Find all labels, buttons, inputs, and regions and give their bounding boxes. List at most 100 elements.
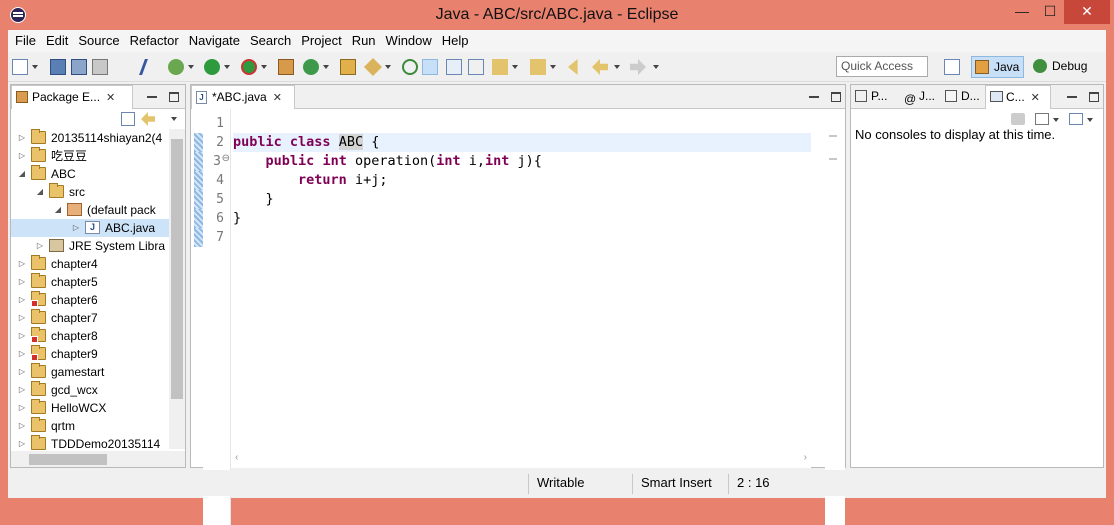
- collapsed-twisty-icon[interactable]: ▷: [17, 381, 27, 399]
- close-icon[interactable]: ✕: [273, 92, 282, 104]
- menu-project[interactable]: Project: [296, 30, 346, 52]
- tree-item[interactable]: ▷ HelloWCX: [11, 399, 169, 417]
- next-annotation-icon[interactable]: [492, 59, 508, 75]
- tree-item[interactable]: ▷ chapter8: [11, 327, 169, 345]
- menu-file[interactable]: File: [10, 30, 41, 52]
- tree-item[interactable]: ◢ (default pack: [11, 201, 169, 219]
- tree-item[interactable]: ▷ chapter4: [11, 255, 169, 273]
- tree-item[interactable]: ▷ chapter6: [11, 291, 169, 309]
- vertical-scrollbar-thumb[interactable]: [171, 139, 183, 399]
- collapsed-twisty-icon[interactable]: ▷: [17, 147, 27, 165]
- minimize-view-icon[interactable]: [1067, 92, 1077, 102]
- run-dropdown-arrow-icon[interactable]: [224, 65, 230, 69]
- collapsed-twisty-icon[interactable]: ▷: [17, 129, 27, 147]
- expanded-twisty-icon[interactable]: ◢: [35, 183, 45, 201]
- menu-navigate[interactable]: Navigate: [184, 30, 245, 52]
- tab-declaration[interactable]: D...: [941, 85, 983, 109]
- tree-item[interactable]: ◢ ABC: [11, 165, 169, 183]
- collapsed-twisty-icon[interactable]: ▷: [17, 327, 27, 345]
- close-icon[interactable]: ✕: [1031, 92, 1040, 104]
- open-console-icon[interactable]: [1069, 113, 1083, 125]
- display-console-dropdown-arrow-icon[interactable]: [1053, 118, 1059, 122]
- open-type-icon[interactable]: [340, 59, 356, 75]
- collapsed-twisty-icon[interactable]: ▷: [71, 219, 81, 237]
- menu-help[interactable]: Help: [437, 30, 474, 52]
- fold-collapse-icon[interactable]: ⊖: [222, 153, 230, 164]
- collapsed-twisty-icon[interactable]: ▷: [17, 417, 27, 435]
- back-icon[interactable]: [592, 59, 608, 75]
- new-class-dropdown-arrow-icon[interactable]: [323, 65, 329, 69]
- open-console-dropdown-arrow-icon[interactable]: [1087, 118, 1093, 122]
- maximize-editor-icon[interactable]: [831, 92, 841, 102]
- editor-horizontal-scrollbar[interactable]: ‹ ›: [231, 452, 811, 468]
- tree-item[interactable]: ▷ JRE System Libra: [11, 237, 169, 255]
- prev-annotation-icon[interactable]: [530, 59, 546, 75]
- collapsed-twisty-icon[interactable]: ▷: [35, 237, 45, 255]
- forward-icon[interactable]: [630, 59, 646, 75]
- minimize-view-icon[interactable]: [147, 92, 157, 102]
- tab-package-explorer[interactable]: Package E... ✕: [11, 85, 133, 109]
- editor-body[interactable]: 1 2 3 ⊖ 4 5 6 7 public class ABC { publi…: [191, 109, 845, 525]
- view-menu-icon[interactable]: [171, 117, 177, 121]
- tree-item[interactable]: ▷ chapter7: [11, 309, 169, 327]
- collapsed-twisty-icon[interactable]: ▷: [17, 309, 27, 327]
- block-selection-icon[interactable]: [422, 59, 438, 75]
- maximize-view-icon[interactable]: [1089, 92, 1099, 102]
- new-package-icon[interactable]: [278, 59, 294, 75]
- menu-edit[interactable]: Edit: [41, 30, 73, 52]
- pin-console-icon[interactable]: [1011, 113, 1025, 125]
- horizontal-scrollbar-thumb[interactable]: [29, 454, 107, 465]
- link-with-editor-icon[interactable]: [141, 112, 155, 126]
- collapsed-twisty-icon[interactable]: ▷: [17, 273, 27, 291]
- collapsed-twisty-icon[interactable]: ▷: [17, 363, 27, 381]
- debug-icon[interactable]: [168, 59, 184, 75]
- scroll-left-icon[interactable]: ‹: [235, 452, 238, 463]
- menu-search[interactable]: Search: [245, 30, 296, 52]
- tree-item[interactable]: ▷ chapter5: [11, 273, 169, 291]
- tree-item[interactable]: ◢ src: [11, 183, 169, 201]
- tree-item[interactable]: ▷ 20135114shiayan2(4: [11, 129, 169, 147]
- perspective-debug[interactable]: Debug: [1030, 56, 1091, 78]
- menu-window[interactable]: Window: [381, 30, 437, 52]
- show-whitespace-icon[interactable]: [446, 59, 462, 75]
- back-dropdown-arrow-icon[interactable]: [614, 65, 620, 69]
- minimize-editor-icon[interactable]: [809, 92, 819, 102]
- forward-dropdown-arrow-icon[interactable]: [653, 65, 659, 69]
- tab-abc-java[interactable]: J *ABC.java ✕: [191, 85, 295, 109]
- tree-item[interactable]: ▷ qrtm: [11, 417, 169, 435]
- tree-item[interactable]: ▷ chapter9: [11, 345, 169, 363]
- new-class-icon[interactable]: [303, 59, 319, 75]
- tree-item[interactable]: ▷ J ABC.java: [11, 219, 169, 237]
- toggle-mark-icon[interactable]: [139, 59, 161, 75]
- tab-console[interactable]: C... ✕: [985, 85, 1051, 109]
- vertical-scrollbar[interactable]: [169, 129, 185, 449]
- minimize-button[interactable]: —: [1008, 0, 1036, 24]
- last-edit-icon[interactable]: [568, 59, 578, 75]
- debug-dropdown-arrow-icon[interactable]: [188, 65, 194, 69]
- tree-item[interactable]: ▷ gcd_wcx: [11, 381, 169, 399]
- tab-problems[interactable]: P...: [851, 85, 897, 109]
- tab-javadoc[interactable]: @ J...: [899, 85, 939, 109]
- next-annotation-dropdown-arrow-icon[interactable]: [512, 65, 518, 69]
- search-dropdown-arrow-icon[interactable]: [385, 65, 391, 69]
- maximize-button[interactable]: ☐: [1036, 0, 1064, 24]
- mark-occurrences-icon[interactable]: [402, 59, 418, 75]
- quick-access-input[interactable]: Quick Access: [836, 56, 928, 77]
- prev-annotation-dropdown-arrow-icon[interactable]: [550, 65, 556, 69]
- tree-item[interactable]: ▷ 吃豆豆: [11, 147, 169, 165]
- open-perspective-icon[interactable]: [944, 59, 960, 75]
- search-icon[interactable]: [363, 57, 383, 77]
- external-tools-dropdown-arrow-icon[interactable]: [261, 65, 267, 69]
- menu-source[interactable]: Source: [73, 30, 124, 52]
- save-icon[interactable]: [50, 59, 66, 75]
- collapsed-twisty-icon[interactable]: ▷: [17, 399, 27, 417]
- menu-refactor[interactable]: Refactor: [125, 30, 184, 52]
- print-icon[interactable]: [92, 59, 108, 75]
- external-tools-icon[interactable]: [241, 59, 257, 75]
- save-all-icon[interactable]: [71, 59, 87, 75]
- collapsed-twisty-icon[interactable]: ▷: [17, 255, 27, 273]
- maximize-view-icon[interactable]: [169, 92, 179, 102]
- display-console-icon[interactable]: [1035, 113, 1049, 125]
- new-dropdown-arrow-icon[interactable]: [32, 65, 38, 69]
- scroll-right-icon[interactable]: ›: [804, 452, 807, 463]
